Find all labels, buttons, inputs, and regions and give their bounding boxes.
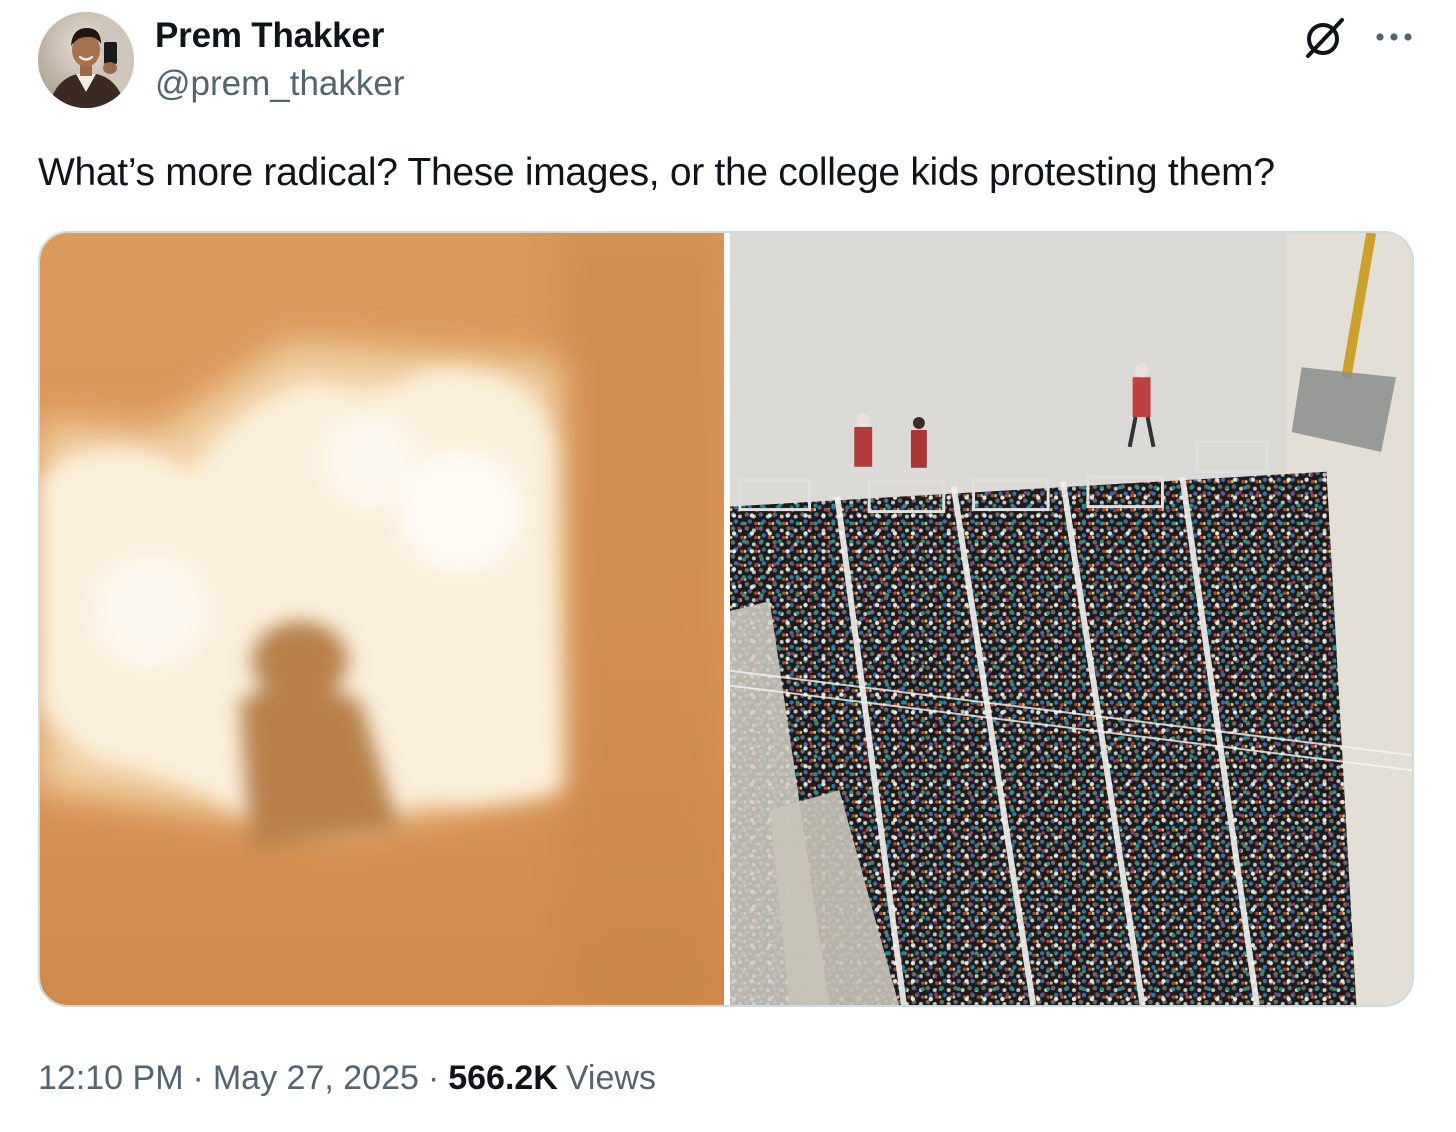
- views-label: Views: [565, 1059, 656, 1097]
- tweet-time[interactable]: 12:10 PM: [38, 1059, 184, 1097]
- author-handle[interactable]: @prem_thakker: [155, 62, 405, 106]
- meta-separator-2: ·: [427, 1059, 440, 1097]
- tweet: Prem Thakker @prem_thakker What’s more r…: [0, 0, 1456, 1132]
- author-display-name[interactable]: Prem Thakker: [155, 14, 384, 58]
- avatar-photo: [38, 12, 134, 108]
- media-image-1[interactable]: [40, 233, 724, 1005]
- views-count[interactable]: 566.2K: [448, 1059, 558, 1097]
- grok-icon[interactable]: [1300, 14, 1348, 62]
- media-image-2[interactable]: [730, 233, 1412, 1005]
- media-grid[interactable]: [38, 231, 1414, 1007]
- tweet-text: What’s more radical? These images, or th…: [38, 151, 1275, 194]
- meta-separator-1: ·: [192, 1059, 204, 1097]
- more-horizontal-icon[interactable]: [1372, 22, 1416, 52]
- avatar[interactable]: [38, 12, 134, 108]
- tweet-date[interactable]: May 27, 2025: [213, 1059, 419, 1097]
- tweet-meta: 12:10 PM · May 27, 2025 · 566.2K Views: [38, 1056, 656, 1100]
